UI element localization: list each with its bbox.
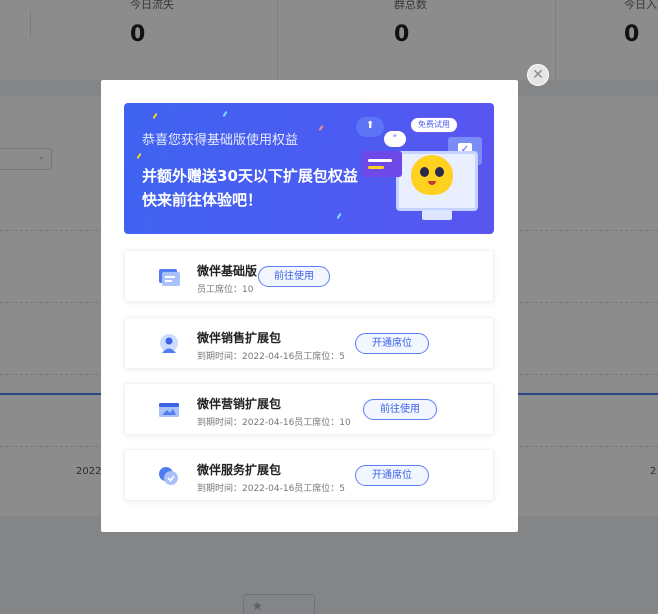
package-details: 员工席位：10 xyxy=(197,285,254,295)
quote-bubble-icon: “ xyxy=(384,131,406,147)
mascot-eye xyxy=(435,167,444,177)
activate-seats-button[interactable]: 开通席位 xyxy=(355,333,429,354)
package-name: 微伴服务扩展包 xyxy=(197,463,282,477)
promo-banner: 恭喜您获得基础版使用权益 并额外赠送30天以下扩展包权益 快来前往体验吧！ ⬆ … xyxy=(124,103,494,234)
close-icon[interactable]: ✕ xyxy=(527,64,549,86)
marketing-window-icon xyxy=(159,403,179,417)
package-row-service: 微伴服务扩展包 到期时间：2022-04-16员工席位：5 开通席位 xyxy=(124,449,494,501)
sparkle-decoration xyxy=(222,110,228,118)
package-name: 微伴营销扩展包 xyxy=(197,397,282,411)
banner-illustration: ⬆ “ 免费试用 ✓ xyxy=(356,111,488,229)
banner-line-1: 恭喜您获得基础版使用权益 xyxy=(142,133,299,148)
package-name: 微伴基础版 xyxy=(197,264,258,278)
go-use-button[interactable]: 前往使用 xyxy=(258,266,330,287)
activate-seats-button[interactable]: 开通席位 xyxy=(355,465,429,486)
mascot-icon xyxy=(411,155,453,195)
sparkle-decoration xyxy=(318,124,324,132)
package-name: 微伴销售扩展包 xyxy=(197,331,282,345)
go-use-button[interactable]: 前往使用 xyxy=(363,399,437,420)
package-row-basic: 微伴基础版 员工席位：10 前往使用 xyxy=(124,250,494,302)
banner-line-2: 并额外赠送30天以下扩展包权益 xyxy=(142,167,358,185)
free-trial-tag: 免费试用 xyxy=(410,117,458,133)
package-row-sales: 微伴销售扩展包 到期时间：2022-04-16员工席位：5 开通席位 xyxy=(124,317,494,369)
package-details: 到期时间：2022-04-16员工席位：10 xyxy=(197,418,351,428)
message-card-icon xyxy=(362,151,402,177)
mascot-mouth xyxy=(428,181,436,185)
sparkle-decoration xyxy=(336,212,342,220)
mascot-eye xyxy=(420,167,429,177)
package-row-marketing: 微伴营销扩展包 到期时间：2022-04-16员工席位：10 前往使用 xyxy=(124,383,494,435)
card-line xyxy=(368,166,384,169)
sparkle-decoration xyxy=(136,152,142,160)
monitor-stand xyxy=(422,210,452,220)
package-details: 到期时间：2022-04-16员工席位：5 xyxy=(197,352,346,362)
banner-line-3: 快来前往体验吧！ xyxy=(142,191,263,209)
card-line xyxy=(368,159,392,162)
id-card-icon xyxy=(159,269,180,286)
sparkle-decoration xyxy=(152,112,158,120)
benefits-modal: 恭喜您获得基础版使用权益 并额外赠送30天以下扩展包权益 快来前往体验吧！ ⬆ … xyxy=(101,80,518,532)
service-chat-icon xyxy=(159,467,178,485)
sales-person-icon xyxy=(160,334,178,353)
package-details: 到期时间：2022-04-16员工席位：5 xyxy=(197,484,346,494)
upload-cloud-icon: ⬆ xyxy=(356,117,384,137)
